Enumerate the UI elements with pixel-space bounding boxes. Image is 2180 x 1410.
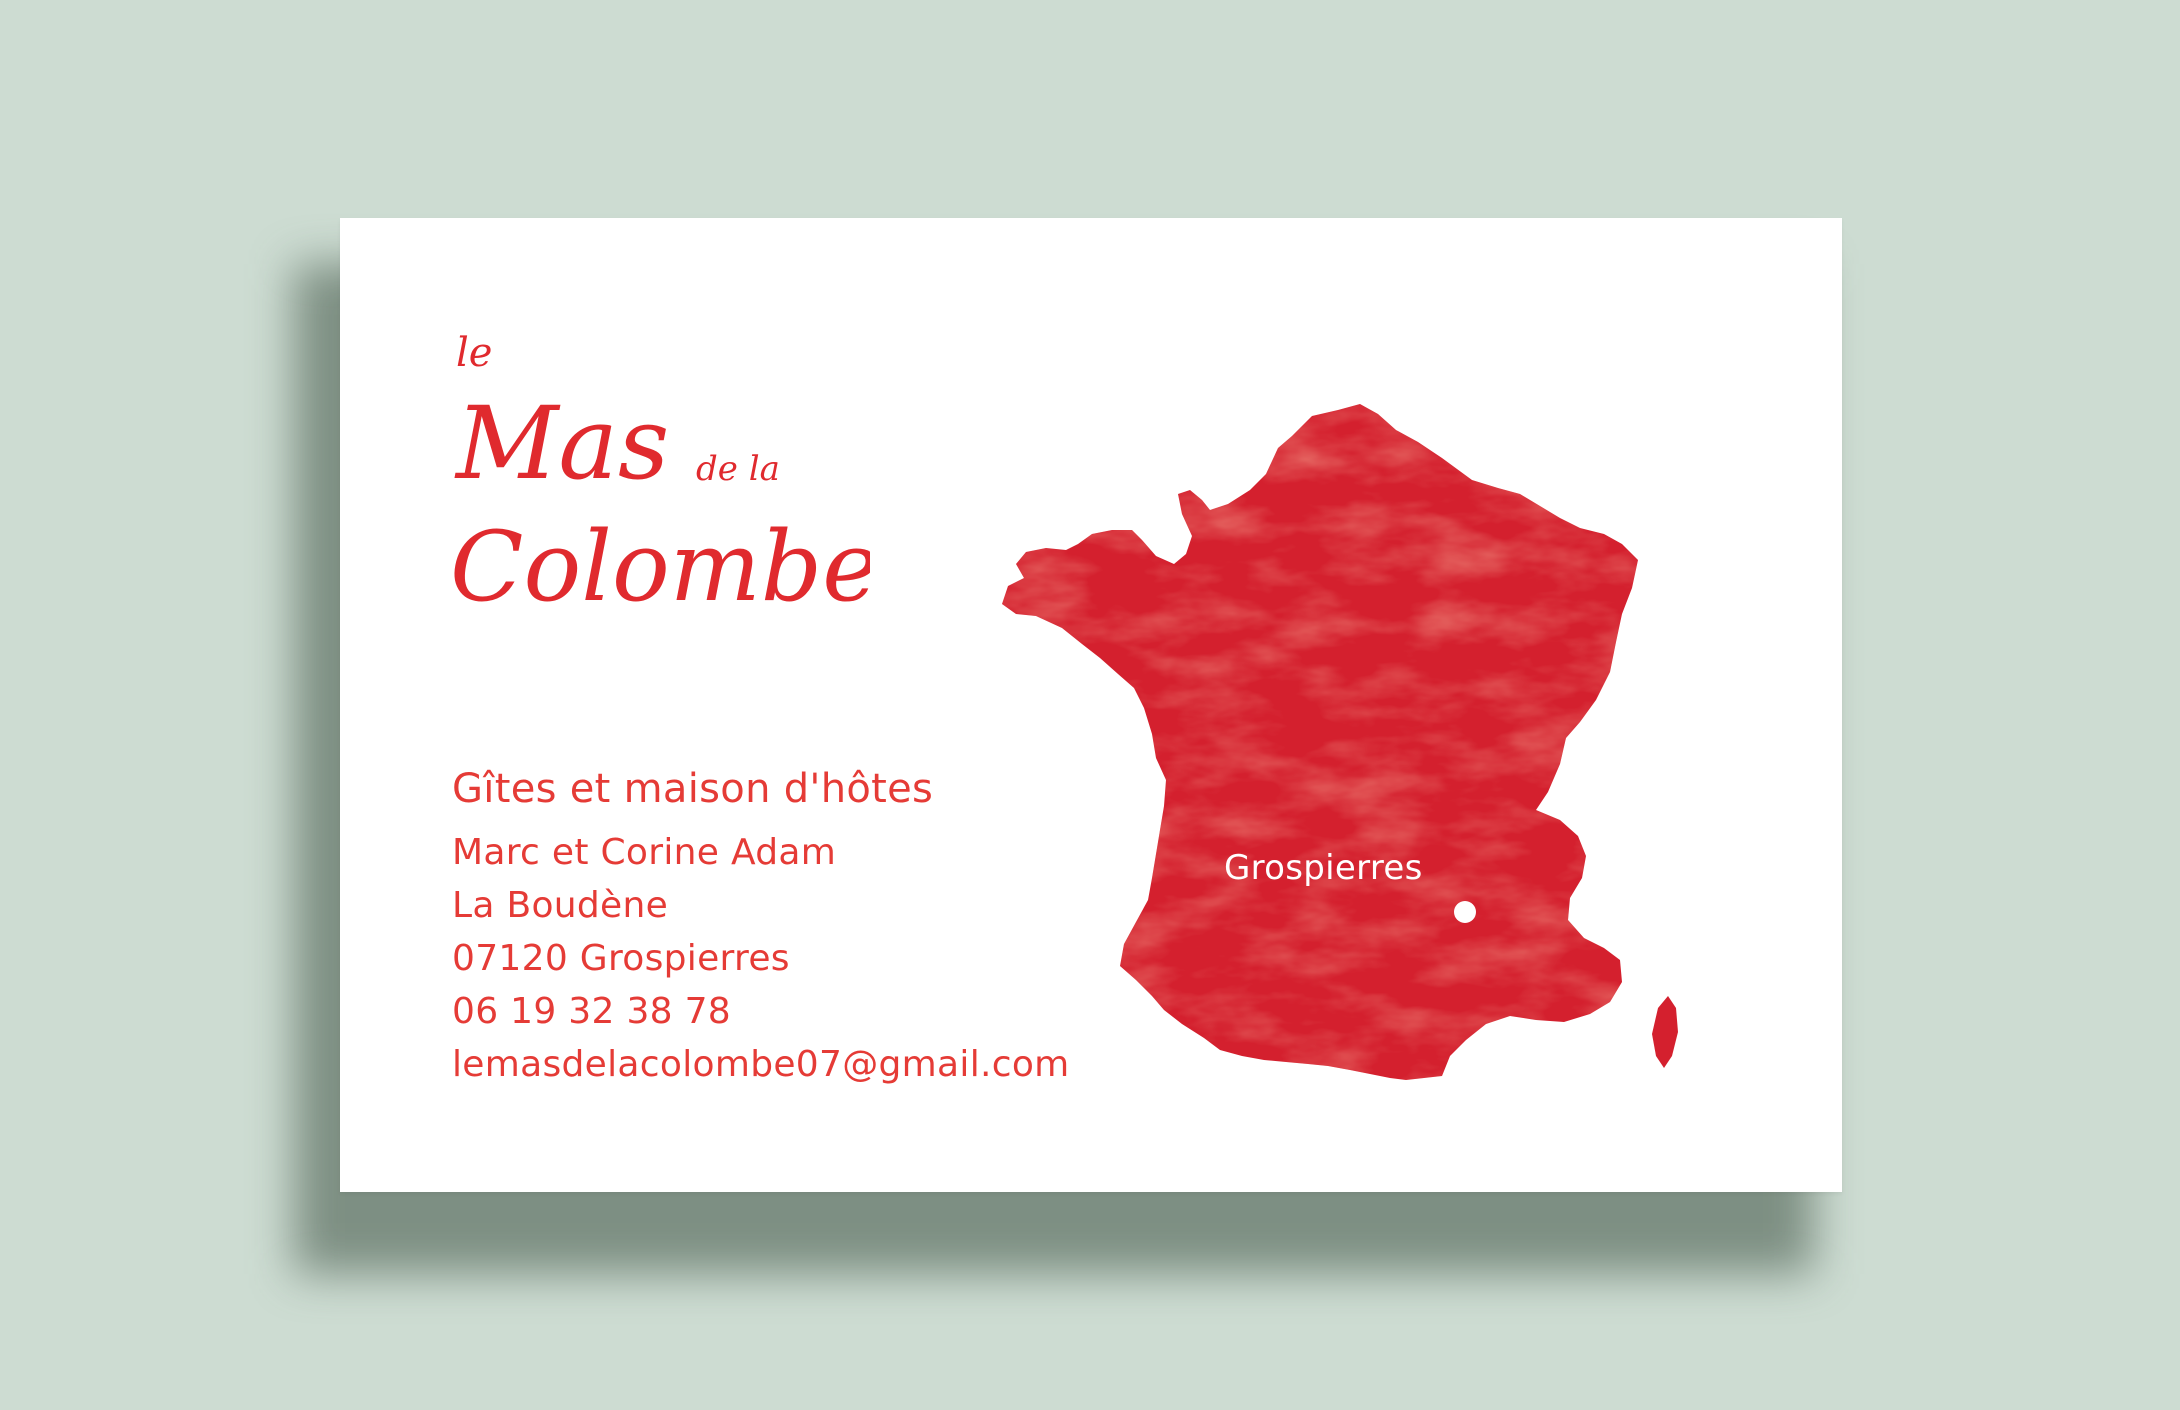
france-texture [1002,404,1638,1080]
corsica-shape [1652,996,1678,1068]
logo: le Mas de la Colombe [450,318,870,618]
place-label-grospierres: Grospierres [1224,848,1423,888]
logo-word-dela: de la [696,449,780,489]
business-card: le Mas de la Colombe Gîtes et maison d'h… [340,218,1842,1192]
logo-word-le: le [456,330,492,376]
logo-word-mas: Mas [454,385,669,502]
france-map [920,308,1740,1168]
logo-word-colombe: Colombe [450,511,870,618]
location-dot-icon [1454,901,1476,923]
